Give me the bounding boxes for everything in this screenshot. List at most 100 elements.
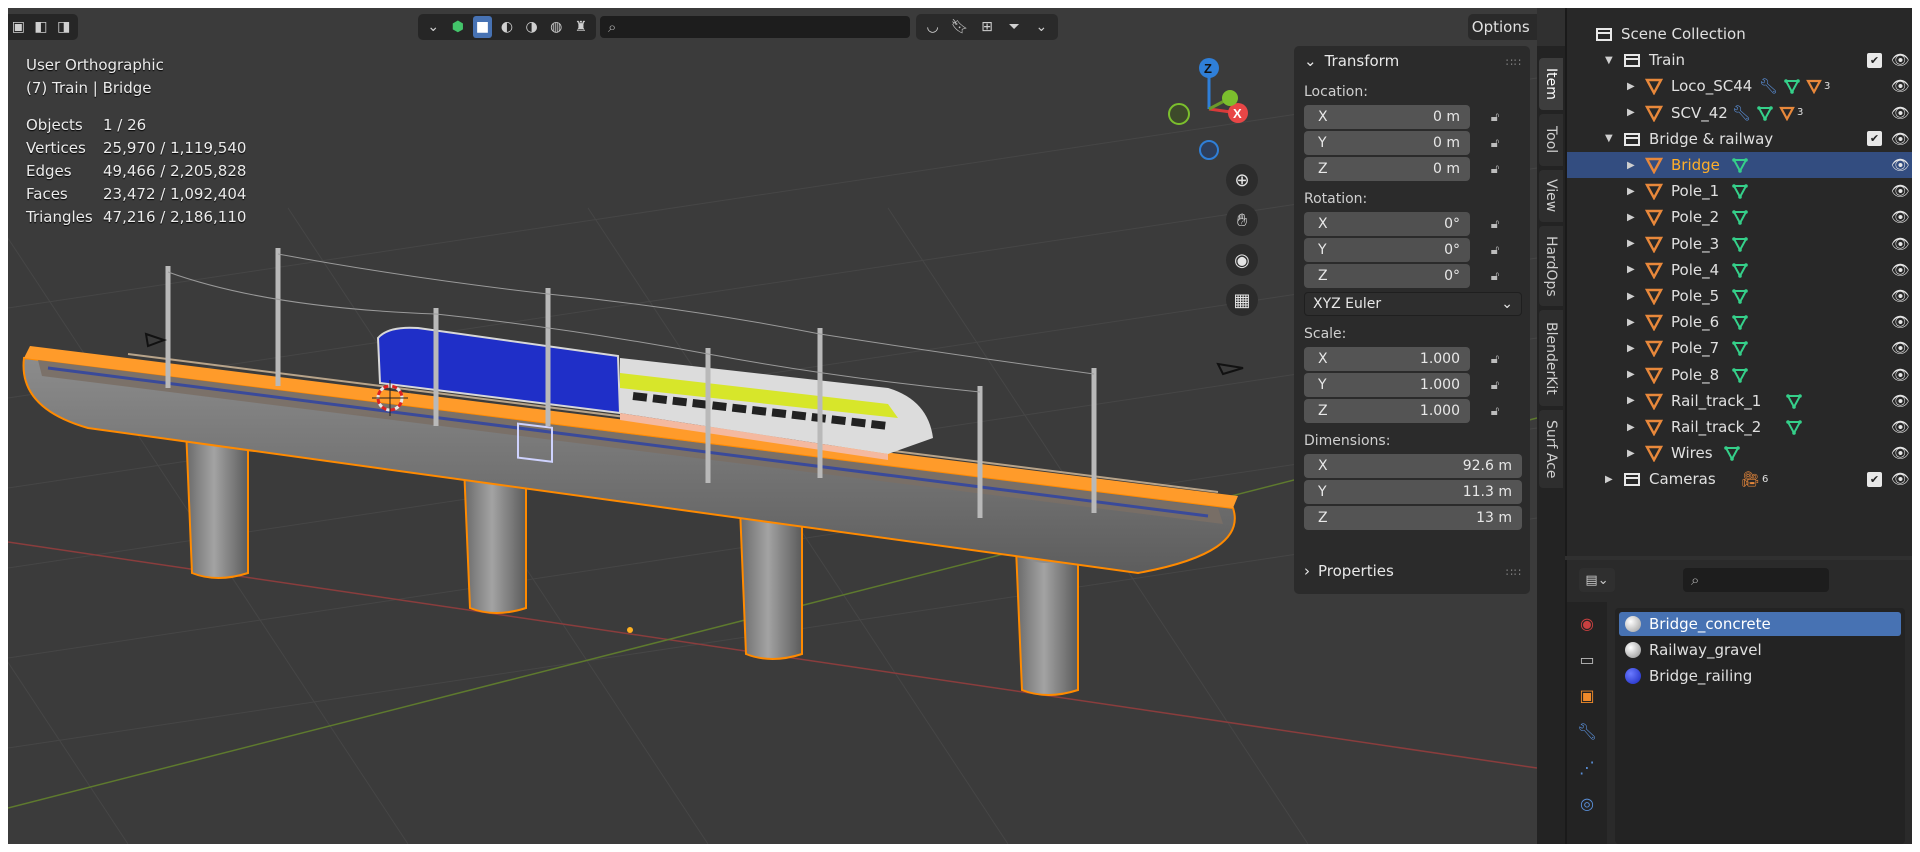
rotation-x-field[interactable]: X 0° [1304, 212, 1470, 236]
eye-visibility-icon[interactable]: 👁︎ [1891, 261, 1910, 279]
transform-header[interactable]: ⌄ Transform [1304, 52, 1399, 70]
visibility-dropdown-icon[interactable]: ⌄ [424, 16, 443, 38]
tab-view[interactable]: View [1539, 170, 1563, 222]
lock-icon[interactable]: 🔓︎ [1486, 134, 1504, 152]
hierarchy-icon[interactable]: ⊞ [976, 16, 997, 38]
outliner-row[interactable]: ▼ Bridge & railway ✔ 👁︎ [1567, 126, 1912, 152]
expand-right-icon[interactable]: ▶ [1627, 369, 1635, 380]
outliner-row[interactable]: ▶ Wires 👁︎ [1567, 440, 1912, 466]
tab-tool[interactable]: Tool [1539, 114, 1563, 166]
lock-icon[interactable]: 🔓︎ [1486, 241, 1504, 259]
eye-visibility-icon[interactable]: 👁︎ [1891, 51, 1910, 69]
outliner-row[interactable]: ▶ Rail_track_2 👁︎ [1567, 414, 1912, 440]
eye-visibility-icon[interactable]: 👁︎ [1891, 104, 1910, 122]
solid-mode-icon[interactable]: ■ [473, 16, 492, 38]
tab-hardops[interactable]: HardOps [1539, 226, 1563, 306]
properties-header[interactable]: › Properties [1304, 562, 1394, 580]
dimension-y-field[interactable]: Y 11.3 m [1304, 480, 1522, 504]
eye-visibility-icon[interactable]: 👁︎ [1891, 470, 1910, 488]
eye-visibility-icon[interactable]: 👁︎ [1891, 418, 1910, 436]
outliner-row[interactable]: ▼ Train ✔ 👁︎ [1567, 47, 1912, 73]
rendered-mode-icon[interactable]: ◑ [522, 16, 541, 38]
eye-visibility-icon[interactable]: 👁︎ [1891, 444, 1910, 462]
expand-right-icon[interactable]: ▶ [1627, 107, 1635, 118]
camera-object[interactable] [1216, 362, 1244, 376]
expand-right-icon[interactable]: ▶ [1627, 317, 1635, 328]
outliner-row[interactable]: ▶ Rail_track_1 👁︎ [1567, 388, 1912, 414]
outliner-row[interactable]: ▶ Loco_SC44 🔧︎ 3 👁︎ [1567, 73, 1912, 99]
rotation-z-field[interactable]: Z 0° [1304, 264, 1470, 288]
eye-visibility-icon[interactable]: 👁︎ [1891, 313, 1910, 331]
editor-type-dropdown[interactable]: ▤⌄ [1579, 568, 1615, 592]
lock-icon[interactable]: 🔓︎ [1486, 215, 1504, 233]
tab-blenderkit[interactable]: BlenderKit [1539, 310, 1563, 406]
expand-down-icon[interactable]: ▼ [1605, 55, 1613, 66]
outliner-row[interactable]: ▶ Pole_6 👁︎ [1567, 309, 1912, 335]
expand-right-icon[interactable]: ▶ [1627, 81, 1635, 92]
expand-right-icon[interactable]: ▶ [1627, 238, 1635, 249]
drag-grip-icon[interactable]: ∷∷ [1506, 566, 1522, 579]
material-preview-icon[interactable]: ◐ [498, 16, 517, 38]
camera-view-icon[interactable]: ◉ [1226, 244, 1258, 276]
chevron-down-icon[interactable]: ⌄ [1031, 16, 1052, 38]
lock-icon[interactable]: 🔓︎ [1486, 402, 1504, 420]
eye-visibility-icon[interactable]: 👁︎ [1891, 339, 1910, 357]
eye-visibility-icon[interactable]: 👁︎ [1891, 366, 1910, 384]
material-slot[interactable]: Bridge_railing [1619, 664, 1901, 688]
grid-ortho-icon[interactable]: ▦ [1226, 284, 1258, 316]
location-x-field[interactable]: X 0 m [1304, 105, 1470, 129]
particles-icon[interactable]: ⋰ [1571, 752, 1603, 782]
pan-hand-icon[interactable]: ✋︎ [1226, 204, 1258, 236]
drag-grip-icon[interactable]: ∷∷ [1506, 56, 1522, 69]
location-y-field[interactable]: Y 0 m [1304, 131, 1470, 155]
properties-search-input[interactable]: ⌕ [1683, 568, 1829, 592]
physics-icon[interactable]: ◎ [1571, 788, 1603, 818]
eye-visibility-icon[interactable]: 👁︎ [1891, 208, 1910, 226]
outliner-row[interactable]: ▶ Pole_8 👁︎ [1567, 362, 1912, 388]
select-extend-icon[interactable]: ◧ [33, 16, 50, 38]
expand-right-icon[interactable]: ▶ [1605, 474, 1613, 485]
outliner-row[interactable]: Scene Collection [1567, 21, 1912, 47]
expand-down-icon[interactable]: ▼ [1605, 133, 1613, 144]
expand-right-icon[interactable]: ▶ [1627, 291, 1635, 302]
exclude-checkbox[interactable]: ✔ [1867, 52, 1882, 68]
location-z-field[interactable]: Z 0 m [1304, 157, 1470, 181]
expand-right-icon[interactable]: ▶ [1627, 212, 1635, 223]
exclude-checkbox[interactable]: ✔ [1867, 471, 1882, 487]
outliner-row[interactable]: ▶ SCV_42 🔧︎ 3 👁︎ [1567, 100, 1912, 126]
bookmark-icon[interactable]: 🔖︎ [949, 16, 970, 38]
scene-world-icon[interactable]: ◉ [1571, 608, 1603, 638]
expand-right-icon[interactable]: ▶ [1627, 264, 1635, 275]
outliner-row[interactable]: ▶ Pole_2 👁︎ [1567, 204, 1912, 230]
curve-icon[interactable]: ◡ [922, 16, 943, 38]
select-box-icon[interactable]: ▣ [10, 16, 27, 38]
eye-visibility-icon[interactable]: 👁︎ [1891, 182, 1910, 200]
outliner-row[interactable]: ▶ Bridge 👁︎ [1567, 152, 1912, 178]
select-subtract-icon[interactable]: ◨ [55, 16, 72, 38]
eye-visibility-icon[interactable]: 👁︎ [1891, 156, 1910, 174]
tab-surf-ace[interactable]: Surf Ace [1539, 410, 1563, 488]
eye-visibility-icon[interactable]: 👁︎ [1891, 77, 1910, 95]
viewport-search-input[interactable]: ⌕ [600, 16, 910, 38]
dimension-x-field[interactable]: X 92.6 m [1304, 454, 1522, 478]
filter-icon[interactable]: ⏷ [1004, 16, 1025, 38]
eye-visibility-icon[interactable]: 👁︎ [1891, 235, 1910, 253]
orientation-gizmo[interactable]: Z X [1168, 58, 1248, 160]
rotation-mode-select[interactable]: XYZ Euler ⌄ [1304, 292, 1522, 316]
material-slot[interactable]: Bridge_concrete [1619, 612, 1901, 636]
lock-icon[interactable]: 🔓︎ [1486, 108, 1504, 126]
lock-icon[interactable]: 🔓︎ [1486, 376, 1504, 394]
collection-icon[interactable]: ▭ [1571, 644, 1603, 674]
dimension-z-field[interactable]: Z 13 m [1304, 506, 1522, 530]
exclude-checkbox[interactable]: ✔ [1867, 131, 1882, 147]
rotation-y-field[interactable]: Y 0° [1304, 238, 1470, 262]
expand-right-icon[interactable]: ▶ [1627, 422, 1635, 433]
scale-y-field[interactable]: Y 1.000 [1304, 373, 1470, 397]
3d-viewport[interactable]: Z X ▣ ◧ ◨ ⌄ ⬢ ■ ◐ ◑ ◍ ♜ ⌕ ◡ 🔖︎ ⊞ ⏷ ⌄ Opt… [8, 8, 1537, 844]
outliner-row[interactable]: ▶ Pole_3 👁︎ [1567, 231, 1912, 257]
eye-visibility-icon[interactable]: 👁︎ [1891, 287, 1910, 305]
material-slot-list[interactable]: Bridge_concrete Railway_gravel Bridge_ra… [1615, 608, 1905, 844]
brush-icon[interactable]: ♜ [571, 16, 590, 38]
lock-icon[interactable]: 🔓︎ [1486, 350, 1504, 368]
expand-right-icon[interactable]: ▶ [1627, 343, 1635, 354]
